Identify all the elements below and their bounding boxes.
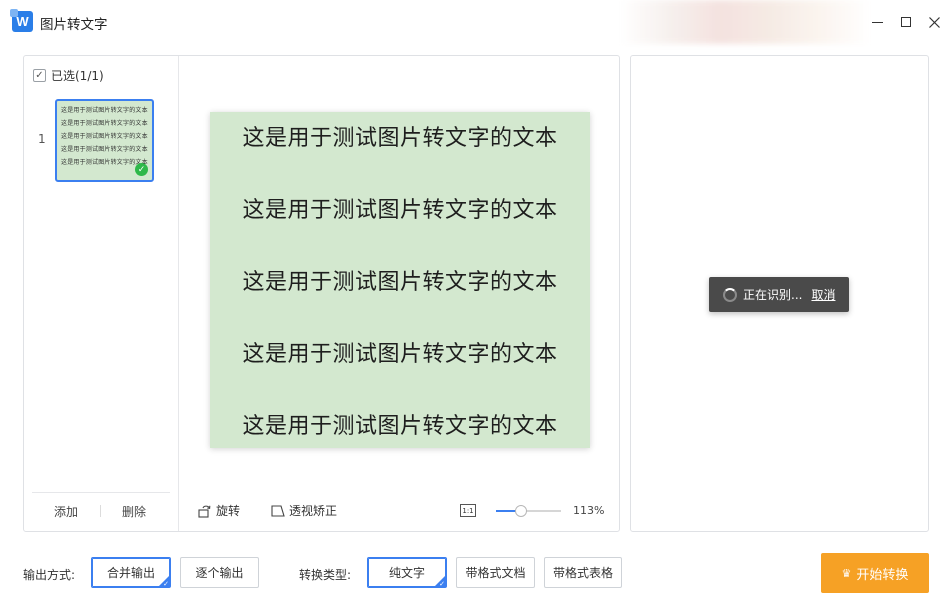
thumbnail-item[interactable]: 这是用于测试图片转文字的文本 这是用于测试图片转文字的文本 这是用于测试图片转文… [55, 99, 154, 182]
individual-output-option[interactable]: 逐个输出 [180, 557, 259, 588]
merge-output-option[interactable]: 合并输出 [91, 557, 171, 588]
thumbnail-text-line: 这是用于测试图片转文字的文本 [61, 133, 148, 140]
delete-button[interactable]: 删除 [122, 503, 146, 520]
zoom-level: 113% [573, 504, 605, 517]
blurred-header-area [620, 0, 870, 44]
title-bar: W 图片转文字 [0, 0, 951, 44]
preview-text-line: 这是用于测试图片转文字的文本 [242, 414, 558, 439]
preview-text-line: 这是用于测试图片转文字的文本 [242, 126, 558, 151]
thumbnail-text-line: 这是用于测试图片转文字的文本 [61, 120, 148, 127]
close-icon [928, 16, 940, 28]
perspective-label: 透视矫正 [289, 504, 338, 518]
minimize-button[interactable] [867, 12, 887, 32]
app-logo-letter: W [16, 14, 29, 29]
maximize-icon [901, 17, 911, 27]
preview-text-line: 这是用于测试图片转文字的文本 [242, 198, 558, 223]
status-text: 正在识别... [743, 288, 803, 302]
rotate-button[interactable]: 旋转 [198, 502, 240, 519]
rotate-icon [198, 505, 211, 518]
zoom-slider[interactable] [496, 505, 561, 517]
select-all-checkbox[interactable]: ✓ 已选(1/1) [33, 67, 104, 84]
selected-check-icon: ✓ [135, 163, 148, 176]
start-convert-label: 开始转换 [856, 567, 909, 583]
preview-text-line: 这是用于测试图片转文字的文本 [242, 270, 558, 295]
perspective-correction-button[interactable]: 透视矫正 [271, 502, 337, 519]
convert-type-label: 转换类型: [299, 568, 352, 582]
divider [100, 505, 101, 517]
crown-icon: ♛ [841, 566, 852, 580]
app-logo-icon: W [10, 9, 33, 32]
add-button[interactable]: 添加 [54, 503, 78, 520]
output-mode-label: 输出方式: [23, 568, 76, 582]
thumbnail-text-line: 这是用于测试图片转文字的文本 [61, 107, 148, 114]
formatted-document-option[interactable]: 带格式文档 [456, 557, 535, 588]
zoom-slider-handle[interactable] [514, 505, 527, 517]
maximize-button[interactable] [896, 12, 916, 32]
select-all-label: 已选(1/1) [51, 69, 104, 83]
perspective-icon [271, 504, 285, 517]
plain-text-option[interactable]: 纯文字 [367, 557, 447, 588]
image-panel: ✓ 已选(1/1) 1 这是用于测试图片转文字的文本 这是用于测试图片转文字的文… [23, 55, 620, 532]
thumbnail-index: 1 [38, 132, 46, 146]
app-title: 图片转文字 [40, 17, 108, 33]
loading-spinner-icon [723, 287, 737, 302]
cancel-link[interactable]: 取消 [811, 286, 835, 303]
formatted-table-option[interactable]: 带格式表格 [544, 557, 622, 588]
checkbox-checked-icon: ✓ [33, 69, 46, 82]
thumbnail-list: ✓ 已选(1/1) 1 这是用于测试图片转文字的文本 这是用于测试图片转文字的文… [24, 56, 179, 531]
actual-size-icon[interactable]: 1:1 [460, 504, 476, 517]
preview-text-line: 这是用于测试图片转文字的文本 [242, 342, 558, 367]
start-convert-button[interactable]: ♛ 开始转换 [821, 553, 929, 593]
minimize-icon [871, 21, 883, 23]
close-button[interactable] [924, 12, 944, 32]
thumbnail-text-line: 这是用于测试图片转文字的文本 [61, 146, 148, 153]
result-panel: 正在识别... 取消 [630, 55, 929, 532]
divider [32, 492, 170, 493]
image-preview: 这是用于测试图片转文字的文本 这是用于测试图片转文字的文本 这是用于测试图片转文… [210, 112, 590, 448]
rotate-label: 旋转 [216, 504, 241, 518]
recognizing-toast: 正在识别... 取消 [709, 277, 849, 312]
